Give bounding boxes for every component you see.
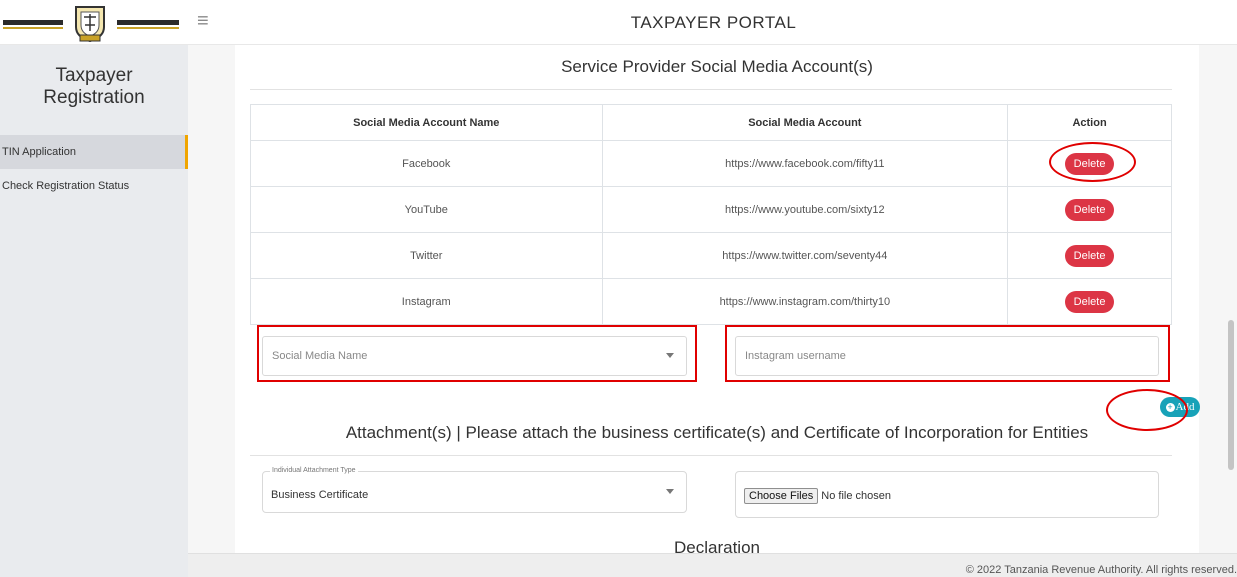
- divider: [250, 89, 1172, 90]
- table-header-row: Social Media Account Name Social Media A…: [250, 104, 1172, 141]
- account-url-cell: https://www.twitter.com/seventy44: [601, 232, 1009, 279]
- file-picker: Choose Files No file chosen: [744, 488, 891, 504]
- portal-title: TAXPAYER PORTAL: [630, 13, 797, 32]
- sidebar-item-check-registration-status[interactable]: Check Registration Status: [0, 169, 188, 203]
- table-row: Instagram https://www.instagram.com/thir…: [250, 278, 1172, 325]
- action-cell: Delete: [1007, 232, 1172, 279]
- table-row: Facebook https://www.facebook.com/fifty1…: [250, 140, 1172, 187]
- attachment-type-select[interactable]: Individual Attachment Type Business Cert…: [262, 467, 687, 513]
- account-name-cell: YouTube: [250, 186, 603, 233]
- delete-button[interactable]: Delete: [1064, 198, 1115, 221]
- choose-files-button[interactable]: Choose Files: [744, 488, 819, 504]
- main-content: Service Provider Social Media Account(s)…: [188, 45, 1237, 557]
- column-header: Social Media Account Name: [250, 104, 603, 141]
- sidebar-item-tin-application[interactable]: TIN Application: [0, 135, 188, 169]
- action-cell: Delete: [1007, 278, 1172, 325]
- social-media-table: Social Media Account Name Social Media A…: [250, 104, 1172, 325]
- column-header: Action: [1007, 104, 1172, 141]
- account-name-cell: Instagram: [250, 278, 603, 325]
- account-url-cell: https://www.youtube.com/sixty12: [601, 186, 1009, 233]
- username-highlight-annotation: [725, 325, 1170, 382]
- attachment-type-value: Business Certificate: [271, 489, 369, 501]
- social-media-section-title: Service Provider Social Media Account(s): [561, 57, 873, 76]
- file-upload-field: Choose Files No file chosen: [735, 471, 1159, 518]
- table-row: Twitter https://www.twitter.com/seventy4…: [250, 232, 1172, 279]
- divider: [250, 455, 1172, 456]
- delete-highlight-annotation: [1049, 142, 1136, 182]
- name-select-highlight-annotation: [257, 325, 697, 382]
- footer: © 2022 Tanzania Revenue Authority. All r…: [188, 553, 1237, 577]
- add-highlight-annotation: [1106, 389, 1188, 431]
- sidebar: Taxpayer Registration TIN Application Ch…: [0, 45, 188, 577]
- delete-button[interactable]: Delete: [1064, 244, 1115, 267]
- account-name-cell: Twitter: [250, 232, 603, 279]
- delete-button[interactable]: Delete: [1064, 290, 1115, 313]
- form-card: Service Provider Social Media Account(s)…: [235, 45, 1200, 557]
- sidebar-item-label: Check Registration Status: [2, 180, 130, 192]
- sidebar-item-label: TIN Application: [2, 146, 76, 158]
- copyright-text: © 2022 Tanzania Revenue Authority. All r…: [965, 564, 1237, 576]
- attachment-type-legend: Individual Attachment Type: [270, 467, 358, 474]
- file-status: No file chosen: [821, 490, 891, 502]
- column-header: Social Media Account: [601, 104, 1009, 141]
- top-bar: ≡ TAXPAYER PORTAL: [0, 0, 1237, 45]
- account-url-cell: https://www.facebook.com/fifty11: [601, 140, 1009, 187]
- table-row: YouTube https://www.youtube.com/sixty12 …: [250, 186, 1172, 233]
- scrollbar-thumb[interactable]: [1228, 320, 1234, 470]
- sidebar-title-text: Taxpayer Registration: [43, 65, 145, 108]
- attachments-section-title: Attachment(s) | Please attach the busine…: [345, 423, 1089, 442]
- chevron-down-icon: [666, 489, 674, 494]
- account-name-cell: Facebook: [250, 140, 603, 187]
- account-url-cell: https://www.instagram.com/thirty10: [601, 278, 1009, 325]
- scrollbar[interactable]: [1223, 45, 1237, 553]
- sidebar-title: Taxpayer Registration: [0, 45, 188, 109]
- action-cell: Delete: [1007, 186, 1172, 233]
